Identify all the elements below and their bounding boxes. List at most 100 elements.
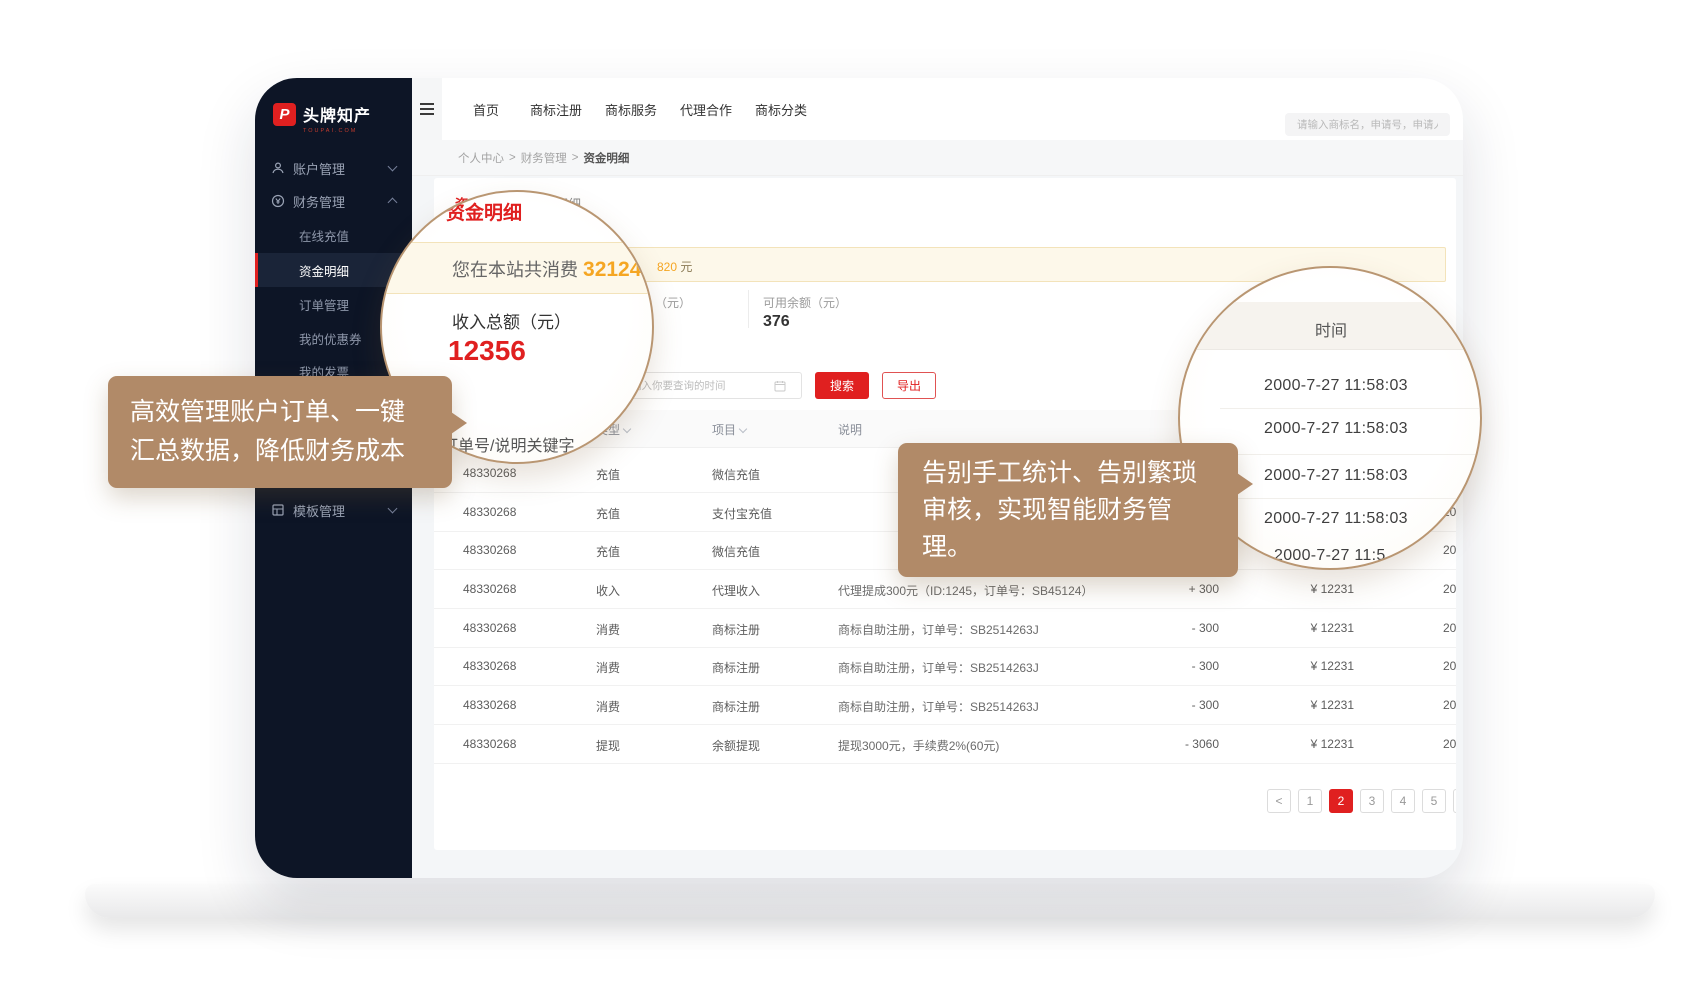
callout-right-line1: 告别手工统计、告别繁琐: [922, 455, 1214, 492]
cell-desc: 商标自助注册，订单号：SB2514263J: [838, 621, 1039, 638]
sidebar-item-coupons[interactable]: 我的优惠券: [299, 327, 362, 349]
lens-tab-title: 资金明细: [446, 198, 522, 225]
export-button[interactable]: 导出: [882, 372, 936, 399]
table-row[interactable]: 48330268 消费 商标注册 商标自助注册，订单号：SB2514263J -…: [434, 685, 1456, 725]
cell-project: 代理收入: [712, 582, 760, 599]
sidebar-item-orders[interactable]: 订单管理: [299, 293, 349, 315]
cell-type: 收入: [596, 582, 620, 599]
stat-divider: [748, 290, 749, 328]
callout-arrow-right-icon: [451, 412, 467, 434]
hamburger-menu-button[interactable]: [412, 78, 442, 140]
pagination-page-2-active[interactable]: 2: [1329, 789, 1353, 813]
pagination-page-5[interactable]: 5: [1422, 789, 1446, 813]
callout-right-line2: 审核，实现智能财务管: [922, 492, 1214, 529]
sidebar-item-account[interactable]: 账户管理: [255, 152, 412, 184]
pagination-prev[interactable]: <: [1267, 789, 1291, 813]
cell-balance: ¥ 12231: [1254, 737, 1354, 751]
cell-project: 微信充值: [712, 543, 760, 560]
brand-logo[interactable]: P 头牌知产: [273, 102, 371, 126]
sidebar-item-online-recharge[interactable]: 在线充值: [299, 224, 349, 246]
consumption-amount-small: 820 元: [657, 258, 692, 275]
nav-tm-register[interactable]: 商标注册: [530, 78, 582, 140]
cell-type: 充值: [596, 505, 620, 522]
callout-left: 高效管理账户订单、一键 汇总数据，降低财务成本: [108, 376, 452, 488]
lens-time-partial: 2000-7-27 11:5: [1274, 547, 1386, 565]
nav-home[interactable]: 首页: [473, 78, 499, 140]
pagination: < 1 2 3 4 5 >: [434, 789, 1456, 813]
cell-project: 商标注册: [712, 621, 760, 638]
calendar-icon[interactable]: [774, 379, 786, 397]
cell-time-clipped: 2000-7-27 11:58:03: [1443, 659, 1456, 673]
sidebar-item-template[interactable]: 模板管理: [255, 494, 412, 526]
brand-logo-text: 头牌知产: [303, 102, 371, 126]
cell-time-clipped: 2000-7-27 11:58:03: [1443, 698, 1456, 712]
cell-desc: 提现3000元，手续费2%(60元): [838, 737, 999, 754]
th-project[interactable]: 项目: [712, 421, 746, 438]
sort-down-icon[interactable]: [739, 425, 747, 433]
lens-time-header: 时间: [1315, 317, 1347, 341]
consumption-prefix: 您在本站共消费: [452, 260, 583, 280]
callout-left-line2: 汇总数据，降低财务成本: [130, 432, 430, 471]
cell-order: 48330268: [463, 582, 516, 596]
lens-time-value: 2000-7-27 11:58:03: [1264, 510, 1408, 528]
lens-time-value: 2000-7-27 11:58:03: [1264, 420, 1408, 438]
top-navbar: 首页 商标注册 商标服务 代理合作 商标分类: [412, 78, 1463, 141]
nav-tm-category[interactable]: 商标分类: [755, 78, 807, 140]
cell-amount: - 3060: [1134, 737, 1219, 751]
nav-tm-service[interactable]: 商标服务: [605, 78, 657, 140]
cell-time-clipped: 2000-7-27 11:58:03: [1443, 737, 1456, 751]
sidebar-item-label: 财务管理: [293, 192, 345, 211]
cell-type: 消费: [596, 621, 620, 638]
search-input[interactable]: [1285, 113, 1450, 136]
sidebar-item-label: 资金明细: [299, 253, 349, 287]
cell-project: 微信充值: [712, 466, 760, 483]
cell-desc: 代理提成300元（ID:1245，订单号：SB45124）: [838, 582, 1093, 599]
template-icon: [271, 503, 285, 517]
callout-right-line3: 理。: [922, 529, 1214, 566]
callout-right: 告别手工统计、告别繁琐 审核，实现智能财务管 理。: [898, 443, 1238, 577]
cell-balance: ¥ 12231: [1254, 621, 1354, 635]
chevron-down-icon: [388, 162, 398, 172]
search-button[interactable]: 搜索: [815, 372, 869, 399]
cell-time-clipped: 2000-7-27 11:58:03: [1443, 621, 1456, 635]
breadcrumb-separator: >: [509, 152, 516, 164]
cell-amount: - 300: [1134, 698, 1219, 712]
cell-order: 48330268: [463, 466, 516, 480]
breadcrumb-personal[interactable]: 个人中心: [458, 150, 504, 166]
cell-balance: ¥ 12231: [1254, 659, 1354, 673]
lens-row-separator: [1220, 408, 1480, 409]
table-row[interactable]: 48330268 消费 商标注册 商标自助注册，订单号：SB2514263J -…: [434, 646, 1456, 686]
lens-notice-bar: 您在本站共消费 32124: [380, 242, 654, 294]
lens-income-value: 12356: [448, 335, 526, 367]
brand-logo-subtext: TOUPAI.COM: [303, 128, 357, 134]
cell-project: 余额提现: [712, 737, 760, 754]
chevron-down-icon: [388, 504, 398, 514]
pagination-page-4[interactable]: 4: [1391, 789, 1415, 813]
lens-order-column-header: 订单号/说明关键字: [442, 432, 574, 456]
cell-balance: ¥ 12231: [1254, 582, 1354, 596]
cell-amount: - 300: [1134, 621, 1219, 635]
pagination-next[interactable]: >: [1453, 789, 1456, 813]
breadcrumb-finance[interactable]: 财务管理: [521, 150, 567, 166]
available-balance-label: 可用余额（元）: [763, 294, 847, 311]
sidebar-item-label: 账户管理: [293, 159, 345, 178]
sidebar-item-label: 模板管理: [293, 501, 345, 520]
amount-value: 820: [657, 260, 677, 274]
table-row[interactable]: 48330268 消费 商标注册 商标自助注册，订单号：SB2514263J -…: [434, 608, 1456, 648]
cell-order: 48330268: [463, 543, 516, 557]
lens-row-separator: [1220, 454, 1480, 455]
consumption-amount: 32124: [583, 258, 641, 281]
active-indicator-bar: [255, 253, 258, 287]
callout-left-line1: 高效管理账户订单、一键: [130, 393, 430, 432]
lens-time-value: 2000-7-27 11:58:03: [1264, 467, 1408, 485]
page: P 头牌知产 TOUPAI.COM 账户管理 财务管理 在线充值: [0, 0, 1696, 1002]
cell-order: 48330268: [463, 698, 516, 712]
sidebar-item-finance[interactable]: 财务管理: [255, 185, 412, 217]
cell-balance: ¥ 12231: [1254, 698, 1354, 712]
pagination-page-3[interactable]: 3: [1360, 789, 1384, 813]
sort-down-icon[interactable]: [623, 425, 631, 433]
chevron-up-icon: [388, 198, 398, 208]
table-row[interactable]: 48330268 提现 余额提现 提现3000元，手续费2%(60元) - 30…: [434, 724, 1456, 764]
pagination-page-1[interactable]: 1: [1298, 789, 1322, 813]
nav-agent[interactable]: 代理合作: [680, 78, 732, 140]
